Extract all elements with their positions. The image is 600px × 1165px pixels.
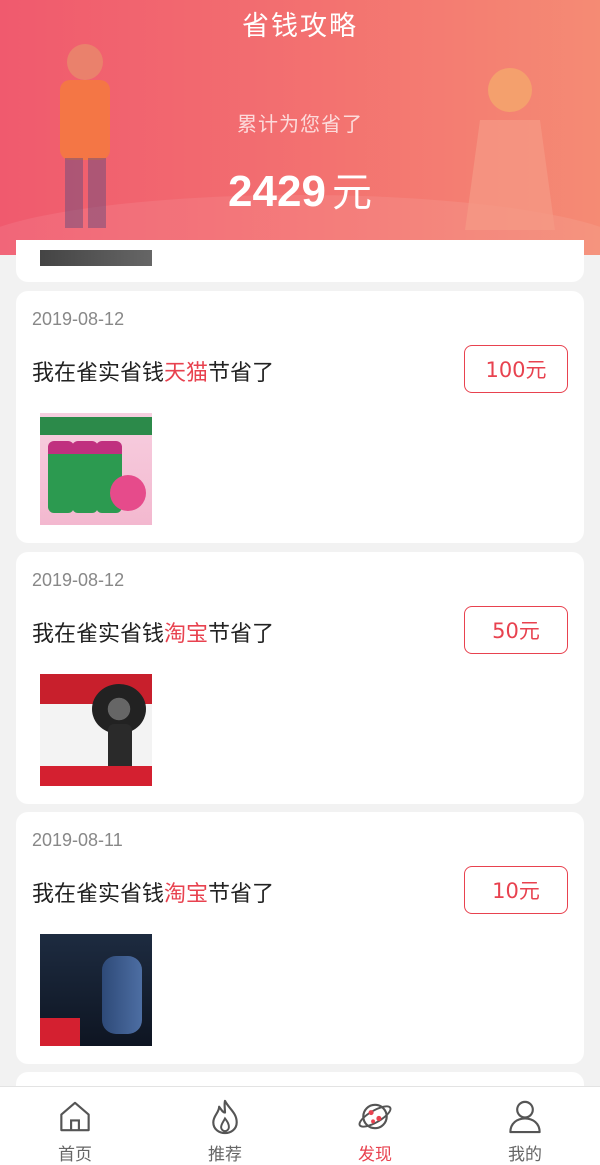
flame-icon	[212, 1099, 238, 1135]
detergent-product-image[interactable]	[40, 413, 152, 525]
total-savings-unit: 元	[331, 170, 372, 216]
shaver-body	[108, 724, 132, 772]
record-suffix: 节省了	[208, 361, 275, 386]
tab-label: 推荐	[208, 1145, 242, 1165]
partial-record-card[interactable]	[16, 240, 584, 282]
price-strip	[40, 766, 152, 786]
record-description: 我在雀实省钱天猫节省了	[32, 355, 274, 387]
user-icon	[509, 1100, 541, 1134]
tab-recommend[interactable]: 推荐	[150, 1087, 300, 1165]
record-prefix: 我在雀实省钱	[32, 882, 165, 907]
savings-record-card[interactable]: 2019-08-12 我在雀实省钱天猫节省了 100元	[16, 291, 584, 543]
saved-amount-badge: 50元	[464, 606, 568, 654]
record-suffix: 节省了	[208, 882, 275, 907]
tab-discover[interactable]: 发现	[300, 1087, 450, 1165]
tab-label: 发现	[358, 1145, 392, 1165]
record-description: 我在雀实省钱淘宝节省了	[32, 876, 274, 908]
product-seal	[110, 475, 146, 511]
shaver-product-image[interactable]	[40, 934, 152, 1046]
bottle-shape	[72, 441, 98, 513]
savings-header: 省钱攻略 累计为您省了 2429 元	[0, 0, 600, 255]
product-banner	[40, 417, 152, 435]
record-platform: 淘宝	[164, 882, 209, 907]
home-icon	[60, 1101, 90, 1132]
page-title: 省钱攻略	[242, 11, 358, 42]
record-prefix: 我在雀实省钱	[32, 622, 165, 647]
tab-home[interactable]: 首页	[0, 1087, 150, 1165]
tab-label: 首页	[58, 1145, 92, 1165]
record-description: 我在雀实省钱淘宝节省了	[32, 616, 274, 648]
savings-record-card[interactable]: 2019-08-11 我在雀实省钱淘宝节省了 10元	[16, 812, 584, 1064]
shaver-product-image[interactable]	[40, 674, 152, 786]
planet-icon	[358, 1103, 392, 1130]
savings-record-card[interactable]: 2019-08-12 我在雀实省钱淘宝节省了 50元	[16, 552, 584, 804]
price-badge	[40, 1018, 80, 1046]
shaver-body	[102, 956, 142, 1034]
total-savings-amount: 2429	[228, 167, 326, 216]
record-date: 2019-08-12	[32, 570, 125, 590]
bottle-shape	[48, 441, 74, 513]
total-savings: 2429 元	[0, 160, 600, 218]
record-suffix: 节省了	[208, 622, 275, 647]
bottom-tab-bar: 首页 推荐 发现 我的	[0, 1086, 600, 1165]
partial-product-image	[40, 250, 152, 266]
record-date: 2019-08-11	[32, 830, 123, 850]
record-platform: 淘宝	[164, 622, 209, 647]
record-prefix: 我在雀实省钱	[32, 361, 165, 386]
record-date: 2019-08-12	[32, 309, 125, 329]
record-platform: 天猫	[164, 361, 209, 386]
tab-label: 我的	[508, 1145, 542, 1165]
total-savings-label: 累计为您省了	[237, 112, 363, 136]
saved-amount-badge: 10元	[464, 866, 568, 914]
saved-amount-badge: 100元	[464, 345, 568, 393]
tab-mine[interactable]: 我的	[450, 1087, 600, 1165]
